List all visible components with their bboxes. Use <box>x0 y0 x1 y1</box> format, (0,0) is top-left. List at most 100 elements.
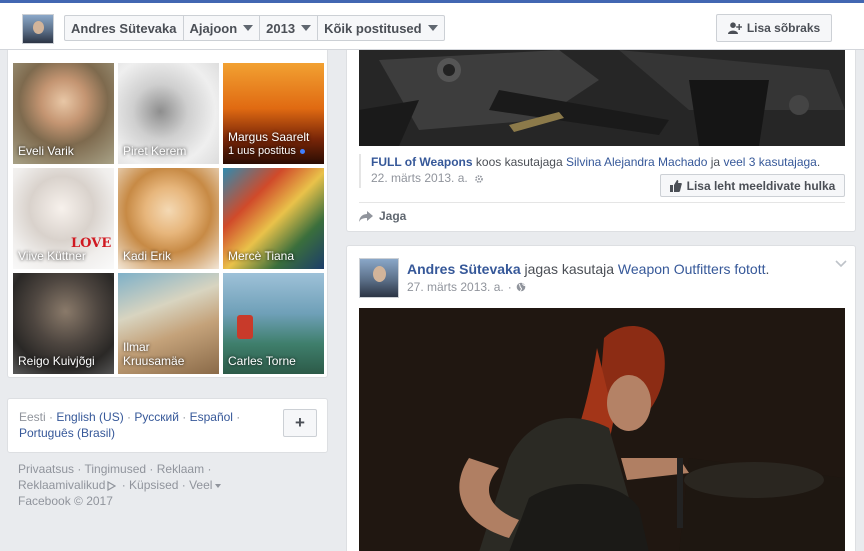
separator: · <box>178 478 190 492</box>
timeline-label: Ajajoon <box>189 20 238 36</box>
friend-name: Viive Küttner <box>18 249 86 263</box>
divider <box>359 202 845 203</box>
unread-dot-icon <box>299 148 305 154</box>
period: . <box>816 155 821 169</box>
language-link-english[interactable]: English (US) <box>56 410 123 424</box>
separator: · <box>232 410 241 424</box>
footer-link-terms[interactable]: Tingimused <box>84 462 146 476</box>
caret-down-icon <box>427 25 438 31</box>
language-link-russian[interactable]: Русский <box>134 410 179 424</box>
page-name: FULL of Weapons <box>371 155 473 169</box>
share-button[interactable]: Jaga <box>359 209 406 223</box>
friend-name: Reigo Kuivjõgi <box>18 354 95 368</box>
language-list: Eesti · English (US) · Русский · Español… <box>19 409 279 441</box>
filter-label: Kõik postitused <box>324 20 422 36</box>
current-language: Eesti <box>19 410 46 424</box>
friend-info: Margus Saarelt 1 uus postitus <box>228 130 309 158</box>
post-date[interactable]: 22. märts 2013. a. <box>371 171 468 185</box>
language-selector-card: Eesti · English (US) · Русский · Español… <box>7 398 328 453</box>
friend-name: Mercè Tiana <box>228 249 295 263</box>
adchoices-icon[interactable] <box>107 480 117 491</box>
post-photo-weapons[interactable] <box>359 50 845 146</box>
friends-grid-card: Eveli Varik Piret Kerem Margus Saarelt 1… <box>7 50 328 378</box>
and-text: ja <box>710 155 721 169</box>
like-page-button[interactable]: Lisa leht meeldivate hulka <box>660 174 845 197</box>
timeline-dropdown[interactable]: Ajajoon <box>184 16 261 40</box>
separator: · <box>178 410 190 424</box>
profile-avatar-thumb[interactable] <box>22 14 54 44</box>
caret-down-icon <box>301 25 312 31</box>
source-page-link[interactable]: Weapon Outfitters fotott <box>618 261 766 277</box>
friend-name: Piret Kerem <box>123 144 187 158</box>
separator: · <box>123 410 135 424</box>
author-avatar[interactable] <box>359 258 399 298</box>
add-friend-button[interactable]: Lisa sõbraks <box>716 14 832 42</box>
profile-name-text: Andres Sütevaka <box>71 20 177 36</box>
shared-text: jagas kasutaja <box>524 261 615 277</box>
friend-name: Margus Saarelt <box>228 130 310 144</box>
separator: · <box>74 462 85 476</box>
globe-icon[interactable] <box>516 282 526 292</box>
friend-tile[interactable]: Eveli Varik <box>13 63 114 164</box>
friend-tile[interactable]: Piret Kerem <box>118 63 219 164</box>
breadcrumb: Andres Sütevaka Ajajoon 2013 Kõik postit… <box>64 15 445 41</box>
post-date[interactable]: 27. märts 2013. a. <box>407 280 504 294</box>
separator: · <box>118 478 130 492</box>
filter-dropdown[interactable]: Kõik postitused <box>318 16 444 40</box>
friend-tile[interactable]: Kadi Erik <box>118 168 219 269</box>
weapons-image <box>359 50 845 146</box>
person-figure-shape <box>237 315 253 339</box>
separator: · <box>146 462 157 476</box>
share-arrow-icon <box>359 210 373 222</box>
footer-link-more[interactable]: Veel <box>189 478 212 492</box>
friend-name: Eveli Varik <box>18 144 74 158</box>
timeline-post: FULL of Weapons koos kasutajaga Silvina … <box>346 50 856 232</box>
friend-tile[interactable]: Mercè Tiana <box>223 168 324 269</box>
add-friend-icon <box>727 22 742 34</box>
page-footer: Privaatsus · Tingimused · Reklaam · Rekl… <box>18 461 318 509</box>
footer-link-privacy[interactable]: Privaatsus <box>18 462 74 476</box>
others-link[interactable]: veel 3 kasutajaga <box>723 155 816 169</box>
new-posts-label: 1 uus postitus <box>228 145 296 157</box>
share-label: Jaga <box>379 209 407 223</box>
profile-nav-bar: Andres Sütevaka Ajajoon 2013 Kõik postit… <box>0 3 864 50</box>
timeline-post: Andres Sütevaka jagas kasutaja Weapon Ou… <box>346 245 856 551</box>
separator: · <box>507 280 512 294</box>
post-photo-woman[interactable] <box>359 308 845 551</box>
woman-with-knife-image <box>359 308 845 551</box>
profile-name-link[interactable]: Andres Sütevaka <box>65 16 184 40</box>
language-link-spanish[interactable]: Español <box>190 410 233 424</box>
gear-icon[interactable] <box>474 174 484 184</box>
thumbs-up-icon <box>669 179 682 192</box>
friend-tile[interactable]: Margus Saarelt 1 uus postitus <box>223 63 324 164</box>
friend-tile[interactable]: LOVE Viive Küttner <box>13 168 114 269</box>
post-meta: 27. märts 2013. a. · <box>407 280 526 294</box>
friend-name: Kadi Erik <box>123 249 172 263</box>
author-link[interactable]: Andres Sütevaka <box>407 261 521 277</box>
friend-tile[interactable]: Reigo Kuivjõgi <box>13 273 114 374</box>
friend-activity: 1 uus postitus <box>228 144 309 158</box>
footer-link-ad-choices[interactable]: Reklaamivalikud <box>18 478 105 492</box>
language-link-portuguese[interactable]: Português (Brasil) <box>19 426 115 440</box>
period: . <box>765 261 770 277</box>
friend-tile[interactable]: Carles Torne <box>223 273 324 374</box>
friend-name: Carles Torne <box>228 354 296 368</box>
year-dropdown[interactable]: 2013 <box>260 16 319 40</box>
footer-link-cookies[interactable]: Küpsised <box>129 478 178 492</box>
post-header: Andres Sütevaka jagas kasutaja Weapon Ou… <box>407 261 769 277</box>
friend-tile[interactable]: Ilmar Kruusamäe <box>118 273 219 374</box>
footer-link-ads[interactable]: Reklaam <box>157 462 204 476</box>
page-link-full-of-weapons[interactable]: FULL of Weapons <box>371 155 473 169</box>
chevron-down-icon[interactable] <box>835 260 847 268</box>
caret-down-icon <box>215 483 222 488</box>
tagged-person-link[interactable]: Silvina Alejandra Machado <box>566 155 707 169</box>
caret-down-icon <box>243 25 254 31</box>
more-languages-button[interactable]: + <box>283 409 317 437</box>
plus-icon: + <box>295 413 305 432</box>
like-page-label: Lisa leht meeldivate hulka <box>686 178 836 193</box>
copyright: Facebook © 2017 <box>18 494 113 508</box>
attribution-line: FULL of Weapons koos kasutajaga Silvina … <box>371 154 845 170</box>
add-friend-label: Lisa sõbraks <box>746 21 821 35</box>
separator: · <box>204 462 212 476</box>
year-label: 2013 <box>266 20 296 36</box>
